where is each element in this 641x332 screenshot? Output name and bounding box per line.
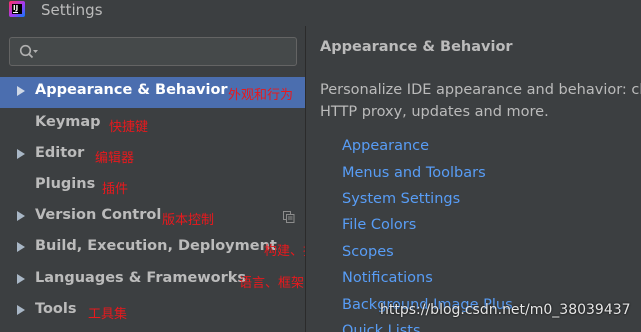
- sidebar-item-keymap[interactable]: Keymap 快捷键: [0, 109, 305, 140]
- expand-arrow-icon[interactable]: [17, 274, 25, 284]
- search-input[interactable]: [42, 41, 290, 62]
- description-line: HTTP proxy, updates and more.: [320, 104, 549, 120]
- search-field[interactable]: [9, 37, 297, 66]
- sidebar-item-label: Tools: [35, 301, 77, 317]
- sidebar-item-label: Version Control: [35, 207, 162, 223]
- link-system-settings[interactable]: System Settings: [342, 191, 460, 207]
- link-appearance[interactable]: Appearance: [342, 138, 429, 154]
- watermark-text: https://blog.csdn.net/m0_38039437: [380, 302, 631, 318]
- expand-arrow-icon[interactable]: [17, 305, 25, 315]
- link-quick-lists[interactable]: Quick Lists: [342, 323, 421, 332]
- sidebar-item-tools[interactable]: Tools 工具集: [0, 296, 305, 327]
- sidebar-item-plugins[interactable]: Plugins 插件: [0, 171, 305, 202]
- sidebar-item-label: Keymap: [35, 114, 101, 130]
- sidebar-item-label: Editor: [35, 145, 85, 161]
- window-title: Settings: [41, 1, 103, 19]
- app-icon-label: IJ: [12, 4, 22, 14]
- annotation-text: 版本控制: [162, 213, 215, 228]
- sidebar-item-label: Languages & Frameworks: [35, 270, 247, 286]
- annotation-text: 快捷键: [109, 120, 149, 135]
- expand-arrow-icon[interactable]: [17, 242, 25, 252]
- copy-icon: [283, 211, 295, 223]
- annotation-text: 工具集: [88, 307, 128, 322]
- sidebar-item-editor[interactable]: Editor 编辑器: [0, 140, 305, 171]
- sidebar-item-label: Appearance & Behavior: [35, 82, 228, 98]
- search-icon[interactable]: [19, 44, 39, 60]
- annotation-text: 插件: [102, 182, 129, 197]
- expand-arrow-icon[interactable]: [17, 211, 25, 221]
- expand-arrow-icon[interactable]: [17, 149, 25, 159]
- sidebar-item-label: Plugins: [35, 176, 96, 192]
- link-file-colors[interactable]: File Colors: [342, 217, 416, 233]
- sidebar-item-build-execution-deployment[interactable]: Build, Execution, Deployment 构建、执行、部署: [0, 233, 368, 264]
- intellij-app-icon: IJ: [9, 1, 25, 17]
- annotation-text: 外观和行为: [228, 88, 294, 103]
- sidebar-item-version-control[interactable]: Version Control 版本控制: [0, 202, 305, 233]
- link-menus-and-toolbars[interactable]: Menus and Toolbars: [342, 165, 486, 181]
- title-bar: IJ Settings: [0, 0, 641, 26]
- settings-content-panel: Appearance & Behavior Personalize IDE ap…: [306, 26, 641, 332]
- annotation-text: 语言、框架: [239, 276, 305, 291]
- settings-sidebar: Appearance & Behavior 外观和行为 Keymap 快捷键 E…: [0, 26, 368, 332]
- sidebar-item-languages-frameworks[interactable]: Languages & Frameworks 语言、框架: [0, 265, 305, 296]
- description-line: Personalize IDE appearance and behavior:…: [320, 82, 641, 98]
- link-notifications[interactable]: Notifications: [342, 270, 433, 286]
- annotation-text: 编辑器: [95, 151, 135, 166]
- link-scopes[interactable]: Scopes: [342, 244, 394, 260]
- expand-arrow-icon[interactable]: [17, 86, 25, 96]
- sidebar-item-appearance-behavior[interactable]: Appearance & Behavior 外观和行为: [0, 77, 305, 108]
- page-title: Appearance & Behavior: [320, 39, 513, 55]
- sidebar-item-label: Build, Execution, Deployment: [35, 238, 277, 254]
